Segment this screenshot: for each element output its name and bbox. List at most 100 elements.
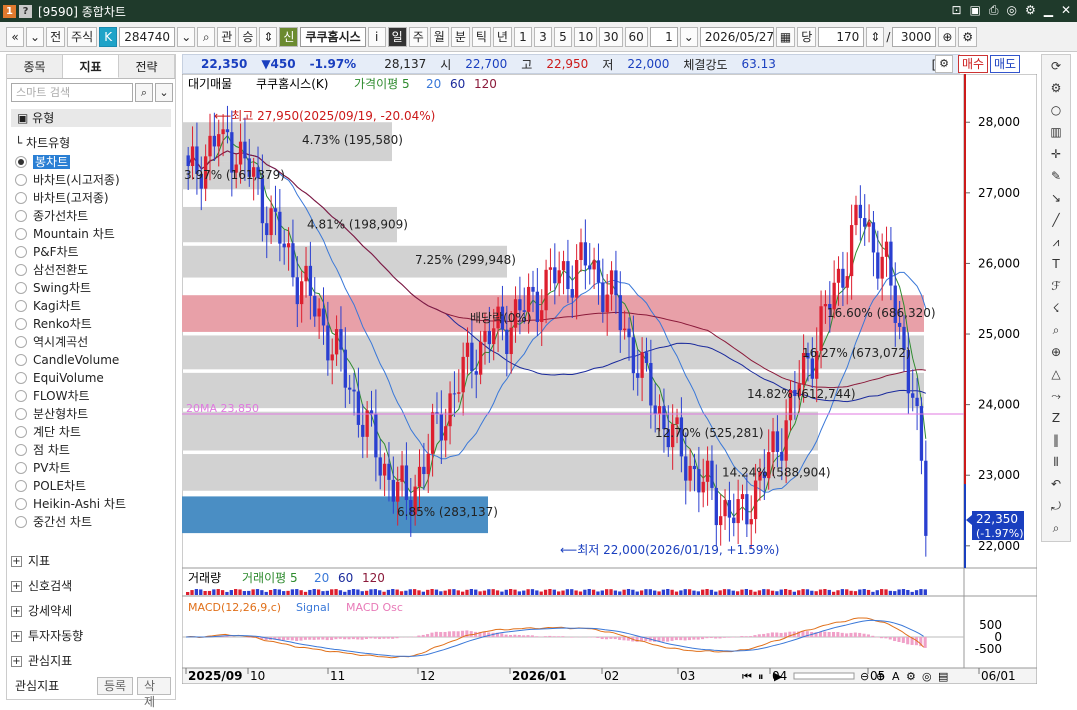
nav-play-icon[interactable]: ▶: [774, 670, 783, 683]
sell-button[interactable]: 매도: [990, 55, 1020, 73]
nav-pause-icon[interactable]: ⏸: [758, 670, 764, 683]
grid-icon[interactable]: ⦀: [1042, 451, 1070, 473]
camera-icon[interactable]: ◎: [922, 670, 932, 683]
chart-type-item[interactable]: 삼선전환도: [15, 261, 126, 279]
minimize-icon[interactable]: ▁: [1044, 3, 1053, 18]
chart-settings-icon[interactable]: ⚙: [935, 55, 953, 73]
radio-icon[interactable]: [15, 498, 27, 510]
radio-icon[interactable]: [15, 444, 27, 456]
interval-10[interactable]: 10: [574, 27, 597, 47]
market-select[interactable]: 주식: [67, 27, 97, 47]
code-dropdown-icon[interactable]: ⌄: [177, 27, 195, 47]
group-favorites[interactable]: +관심지표: [11, 649, 83, 674]
chart-type-item[interactable]: POLE차트: [15, 477, 126, 495]
fib-icon[interactable]: ℱ: [1042, 275, 1070, 297]
spin-icon[interactable]: ⇕: [259, 27, 277, 47]
calendar-icon[interactable]: ▦: [776, 27, 795, 47]
gwan-button[interactable]: 관: [217, 27, 236, 47]
settings-icon[interactable]: ⚙: [1042, 77, 1070, 99]
bar-chart-icon[interactable]: ▥: [1042, 121, 1070, 143]
chart-type-item[interactable]: 종가선차트: [15, 207, 126, 225]
tab-stock[interactable]: 종목: [7, 55, 63, 78]
chart-type-item[interactable]: 바차트(시고저종): [15, 171, 126, 189]
nav-first-icon[interactable]: ⏮: [742, 670, 752, 683]
toolbar-settings-icon[interactable]: ⚙: [958, 27, 977, 47]
expand-icon[interactable]: ⌄: [155, 83, 173, 102]
search-icon[interactable]: ⌕: [135, 83, 153, 102]
date-input[interactable]: 2026/05/27: [700, 27, 774, 47]
reset-icon[interactable]: ⤾: [1042, 495, 1070, 517]
tree-root[interactable]: └ 차트유형: [15, 133, 126, 153]
radio-icon[interactable]: [15, 192, 27, 204]
total-count-input[interactable]: 3000: [892, 27, 936, 47]
chart-type-item[interactable]: 봉차트: [15, 153, 126, 171]
group-signal-search[interactable]: +신호검색: [11, 574, 83, 599]
close-icon[interactable]: ✕: [1061, 3, 1071, 18]
radio-icon[interactable]: [15, 336, 27, 348]
period-week[interactable]: 주: [409, 27, 428, 47]
dang-button[interactable]: 당: [797, 27, 816, 47]
save-icon[interactable]: ▣: [970, 3, 981, 18]
radio-icon[interactable]: [15, 462, 27, 474]
radio-icon[interactable]: [15, 372, 27, 384]
count-dropdown-icon[interactable]: ⌄: [680, 27, 698, 47]
print-icon[interactable]: ⎙: [989, 3, 999, 18]
market-k-badge[interactable]: K: [99, 27, 117, 47]
radio-icon[interactable]: [15, 408, 27, 420]
view-count-spin-icon[interactable]: ⇕: [866, 27, 884, 47]
count-select[interactable]: 1: [650, 27, 678, 47]
period-month[interactable]: 월: [430, 27, 449, 47]
radio-icon[interactable]: [15, 390, 27, 402]
period-day[interactable]: 일: [388, 27, 407, 47]
tab-strategy[interactable]: 전략: [119, 55, 175, 78]
section-type[interactable]: ▣ 유형: [11, 109, 171, 127]
chart-type-item[interactable]: EquiVolume: [15, 369, 126, 387]
radio-icon[interactable]: [15, 174, 27, 186]
zoom-icon[interactable]: ⊕: [1042, 341, 1070, 363]
interval-60[interactable]: 60: [625, 27, 648, 47]
text-icon[interactable]: T: [1042, 253, 1070, 275]
register-button[interactable]: 등록: [97, 677, 133, 695]
radio-icon[interactable]: [15, 300, 27, 312]
interval-5[interactable]: 5: [554, 27, 572, 47]
pen-icon[interactable]: ✎: [1042, 165, 1070, 187]
radio-icon[interactable]: [15, 210, 27, 222]
nav-more-icon[interactable]: ▤: [938, 670, 948, 683]
help-icon[interactable]: ?: [19, 5, 32, 18]
radio-icon[interactable]: [15, 282, 27, 294]
search-icon[interactable]: ⌕: [197, 27, 215, 47]
chart-type-item[interactable]: Renko차트: [15, 315, 126, 333]
magnify-icon[interactable]: ⌕: [1042, 319, 1070, 341]
chart-type-item[interactable]: P&F차트: [15, 243, 126, 261]
group-indicator[interactable]: +지표: [11, 549, 83, 574]
chart-type-item[interactable]: 바차트(고저종): [15, 189, 126, 207]
trend-icon[interactable]: ⤳: [1042, 385, 1070, 407]
radio-icon[interactable]: [15, 156, 27, 168]
zoom-in-icon[interactable]: ⊕: [876, 670, 885, 683]
radio-icon[interactable]: [15, 318, 27, 330]
zoom-out-icon[interactable]: ⊖: [860, 670, 869, 683]
dropdown-button[interactable]: ⌄: [26, 27, 44, 47]
chart-type-item[interactable]: 계단 차트: [15, 423, 126, 441]
undo-icon[interactable]: ↶: [1042, 473, 1070, 495]
chart-type-item[interactable]: CandleVolume: [15, 351, 126, 369]
buy-button[interactable]: 매수: [958, 55, 988, 73]
refresh-icon[interactable]: ⟳: [1042, 55, 1070, 77]
bars-icon[interactable]: ‖: [1042, 429, 1070, 451]
delete-button[interactable]: 삭제: [137, 677, 171, 695]
radio-icon[interactable]: [15, 354, 27, 366]
jeon-button[interactable]: 전: [46, 27, 65, 47]
radio-icon[interactable]: [15, 228, 27, 240]
period-minute[interactable]: 분: [451, 27, 470, 47]
radio-icon[interactable]: [15, 480, 27, 492]
search-icon[interactable]: ⌕: [1042, 517, 1070, 539]
period-year[interactable]: 년: [493, 27, 512, 47]
triangle-icon[interactable]: △: [1042, 363, 1070, 385]
chart-type-item[interactable]: PV차트: [15, 459, 126, 477]
chart-type-item[interactable]: 역시계곡선: [15, 333, 126, 351]
nav-settings-icon[interactable]: ⚙: [906, 670, 916, 683]
chart-type-item[interactable]: Kagi차트: [15, 297, 126, 315]
code-input[interactable]: 284740: [119, 27, 175, 47]
view-count-input[interactable]: 170: [818, 27, 864, 47]
chart-type-item[interactable]: 점 차트: [15, 441, 126, 459]
